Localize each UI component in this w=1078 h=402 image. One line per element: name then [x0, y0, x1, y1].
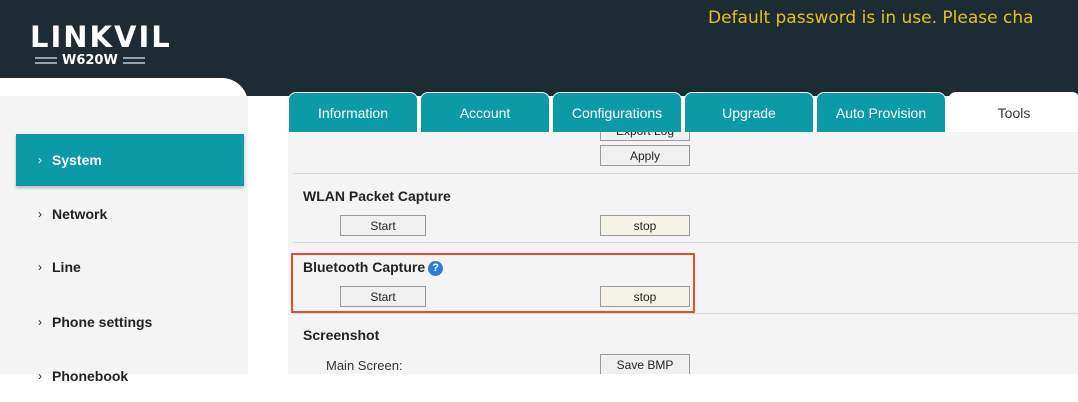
main-tabs: Information Account Configurations Upgra… [0, 92, 1078, 132]
decor-lines-left [35, 56, 57, 64]
sidebar-item-label: Phonebook [52, 368, 129, 384]
tab-information[interactable]: Information [288, 92, 418, 132]
apply-button[interactable]: Apply [600, 145, 690, 166]
sidebar-item-label: Phone settings [52, 314, 153, 330]
tab-account[interactable]: Account [420, 92, 550, 132]
sidebar-item-label: Line [52, 259, 81, 275]
screenshot-title: Screenshot [303, 327, 380, 343]
sidebar-item-phone-settings[interactable]: › Phone settings [16, 296, 244, 348]
wlan-start-button[interactable]: Start [340, 215, 426, 236]
wlan-capture-title: WLAN Packet Capture [303, 188, 451, 204]
sidebar-item-phonebook[interactable]: › Phonebook [16, 350, 244, 402]
bluetooth-capture-highlight [291, 253, 695, 313]
chevron-right-icon: › [38, 153, 42, 167]
divider [293, 242, 1078, 243]
chevron-right-icon: › [38, 207, 42, 221]
divider [293, 313, 1078, 314]
sidebar-item-label: Network [52, 206, 108, 222]
tab-tools[interactable]: Tools [948, 92, 1078, 132]
divider [293, 173, 1078, 174]
main-screen-label: Main Screen: [326, 358, 403, 373]
model-badge: W620W [30, 52, 150, 68]
chevron-right-icon: › [38, 315, 42, 329]
decor-lines-right [122, 56, 145, 64]
brand-logo: LINKVIL [30, 20, 172, 54]
tab-configurations[interactable]: Configurations [552, 92, 682, 132]
tab-auto-provision[interactable]: Auto Provision [816, 92, 946, 132]
sidebar-item-system[interactable]: › System [16, 134, 244, 186]
sidebar-item-label: System [52, 152, 102, 168]
sidebar: › System › Network › Line › Phone settin… [0, 96, 248, 384]
model-name: W620W [62, 52, 118, 68]
chevron-right-icon: › [38, 369, 42, 383]
sidebar-item-network[interactable]: › Network [16, 188, 244, 240]
chevron-right-icon: › [38, 260, 42, 274]
wlan-stop-button[interactable]: stop [600, 215, 690, 236]
save-bmp-button[interactable]: Save BMP [600, 354, 690, 374]
default-password-warning: Default password is in use. Please cha [708, 8, 1034, 28]
tab-upgrade[interactable]: Upgrade [684, 92, 814, 132]
export-log-button[interactable]: Export Log [600, 132, 690, 141]
sidebar-item-line[interactable]: › Line [16, 241, 244, 293]
